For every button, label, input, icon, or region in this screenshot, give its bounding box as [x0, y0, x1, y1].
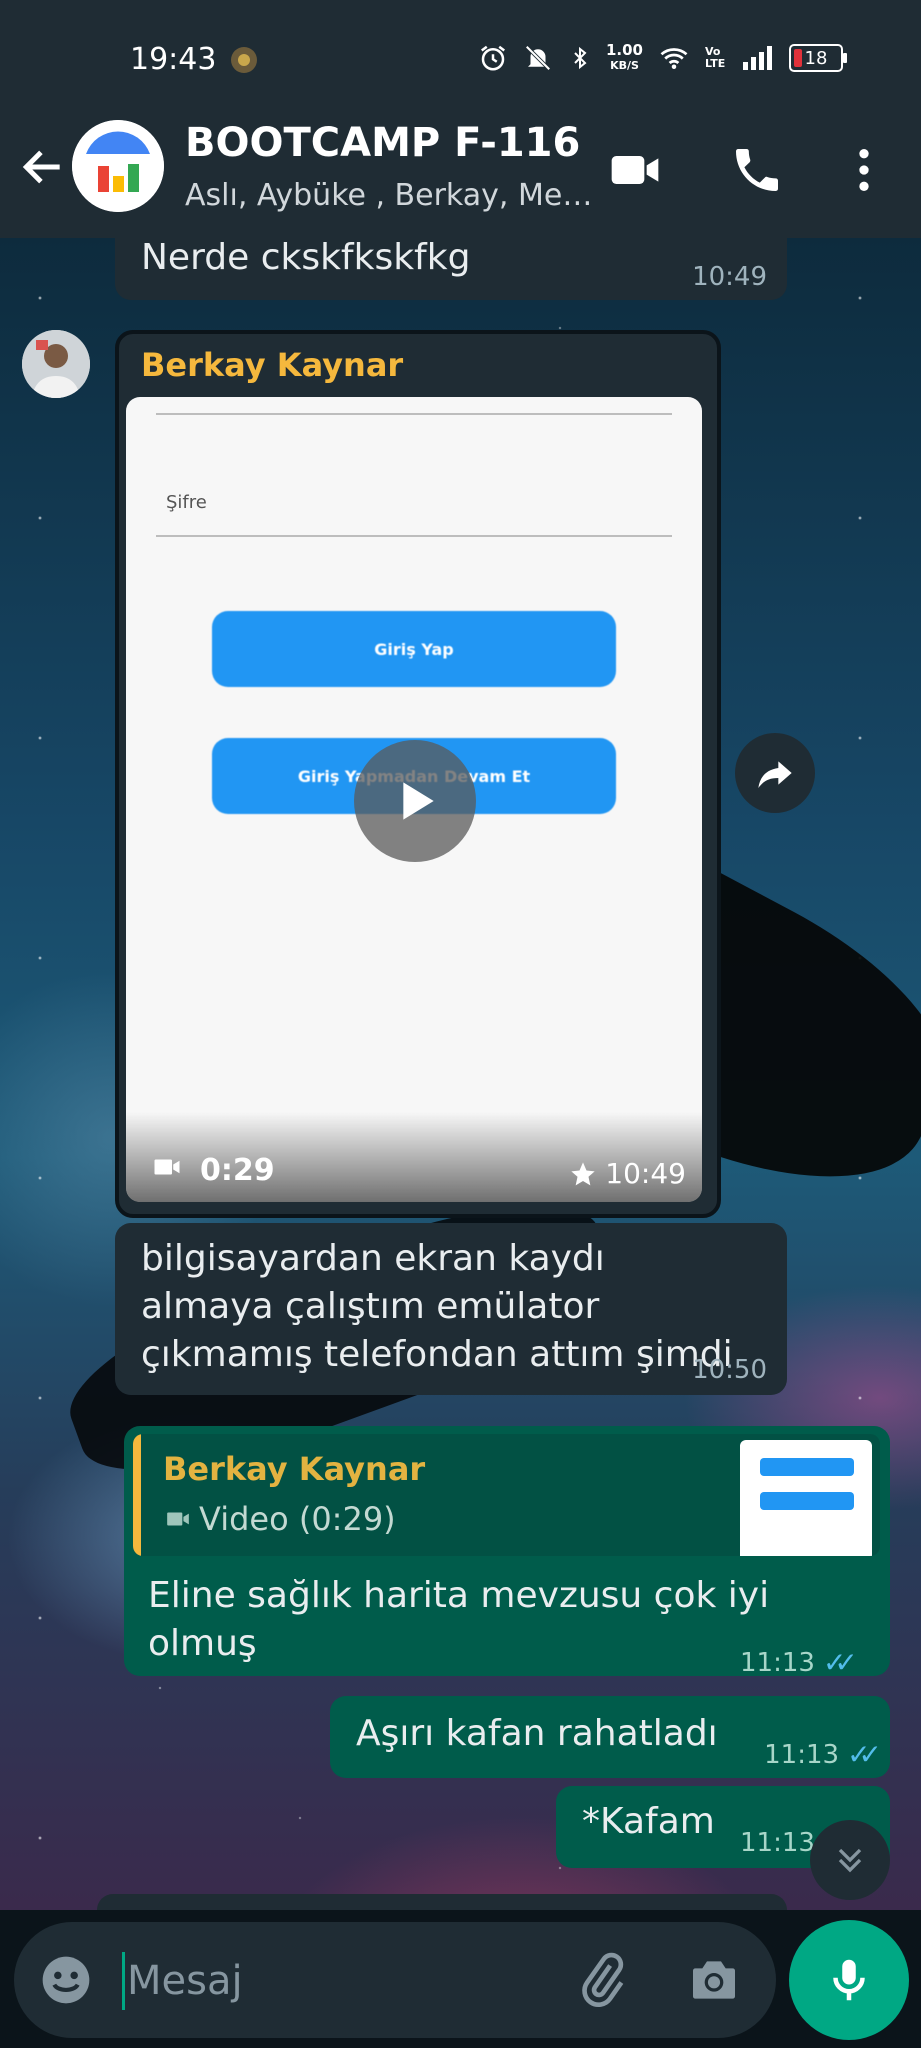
message-text: *Kafam: [582, 1801, 715, 1842]
star-icon: [571, 1161, 595, 1185]
forward-icon: [758, 761, 792, 788]
message-incoming[interactable]: bilgisayardan ekran kaydı almaya çalıştı…: [115, 1223, 787, 1395]
chevron-double-down-icon: [838, 1848, 862, 1873]
message-text: Aşırı kafan rahatladı: [356, 1713, 718, 1754]
back-arrow-icon[interactable]: [18, 142, 68, 192]
message-text: Eline sağlık harita mevzusu çok iyi olmu…: [148, 1575, 770, 1664]
message-input[interactable]: [122, 1952, 569, 2010]
video-field-label: Şifre: [166, 492, 207, 513]
video-info-bar: 0:29 10:49: [126, 1112, 702, 1202]
sender-avatar[interactable]: [22, 330, 90, 398]
quote-thumbnail-button: [760, 1458, 854, 1476]
quoted-message[interactable]: Berkay Kaynar Video (0:29): [133, 1434, 880, 1556]
message-sender[interactable]: Berkay Kaynar: [141, 346, 403, 384]
status-bar: 19:43 1.00 KB/S Vo LTE 18: [0, 0, 921, 120]
chat-participants[interactable]: Aslı, Aybüke , Berkay, Me…: [185, 178, 592, 213]
message-time: 10:49: [692, 262, 767, 292]
mic-icon: [833, 1959, 865, 2001]
bluetooth-icon: [574, 46, 587, 70]
attach-icon[interactable]: [574, 1952, 630, 2008]
mute-icon: [525, 45, 551, 71]
emoji-icon[interactable]: [38, 1952, 94, 2008]
battery-indicator: 18: [789, 44, 847, 72]
double-check-icon: ✓✓: [847, 1738, 882, 1771]
camera-icon[interactable]: [686, 1952, 742, 2008]
quote-text: Video (0:29): [199, 1500, 396, 1538]
message-time: 11:13 ✓✓: [740, 1646, 858, 1679]
volte-label: Vo LTE: [705, 45, 726, 70]
chat-title[interactable]: BOOTCAMP F-116: [185, 120, 580, 166]
input-underline: [156, 535, 672, 537]
signal-icon: [743, 46, 772, 70]
group-avatar[interactable]: [72, 120, 164, 212]
message-outgoing[interactable]: Aşırı kafan rahatladı 11:13 ✓✓: [330, 1696, 890, 1778]
composer-bar: [0, 1910, 921, 2048]
quote-sender: Berkay Kaynar: [163, 1450, 426, 1488]
quote-accent-bar: [133, 1434, 141, 1556]
message-time: 11:13 ✓✓: [764, 1738, 882, 1771]
video-thumbnail[interactable]: Şifre Giriş Yap Giriş Yapmadan Devam Et …: [126, 397, 702, 1202]
play-icon[interactable]: [354, 740, 476, 862]
scroll-down-button[interactable]: [810, 1820, 890, 1900]
alarm-icon: [480, 45, 505, 71]
message-incoming[interactable]: Nerde ckskfkskfkg 10:49: [115, 238, 787, 300]
message-time: 11:13: [740, 1828, 815, 1858]
video-duration: 0:29: [200, 1153, 275, 1188]
chat-area[interactable]: Nerde ckskfkskfkg 10:49 Berkay Kaynar Şi…: [0, 238, 921, 1910]
voice-record-button[interactable]: [789, 1920, 909, 2040]
quote-thumbnail: [740, 1440, 872, 1556]
video-camera-icon: [154, 1159, 180, 1175]
double-check-icon: ✓✓: [822, 1646, 858, 1679]
message-text: bilgisayardan ekran kaydı almaya çalıştı…: [141, 1238, 733, 1375]
status-app-icon: [231, 47, 257, 73]
phone-icon[interactable]: [729, 142, 785, 198]
message-time: 10:50: [692, 1355, 767, 1385]
video-call-icon[interactable]: [607, 142, 663, 198]
video-button-login: Giriş Yap: [212, 611, 616, 687]
quote-thumbnail-button: [760, 1492, 854, 1510]
net-speed: 1.00 KB/S: [605, 41, 643, 72]
video-camera-icon: [167, 1512, 189, 1526]
message-incoming[interactable]: [97, 1894, 787, 1910]
wifi-icon: [660, 48, 688, 69]
video-time: 10:49: [569, 1157, 686, 1190]
forward-button[interactable]: [735, 733, 815, 813]
input-underline: [156, 413, 672, 415]
chat-header: BOOTCAMP F-116 Aslı, Aybüke , Berkay, Me…: [0, 120, 921, 238]
message-text: Nerde ckskfkskfkg: [141, 238, 471, 278]
more-vert-icon[interactable]: [836, 142, 892, 198]
status-time: 19:43: [130, 42, 217, 77]
